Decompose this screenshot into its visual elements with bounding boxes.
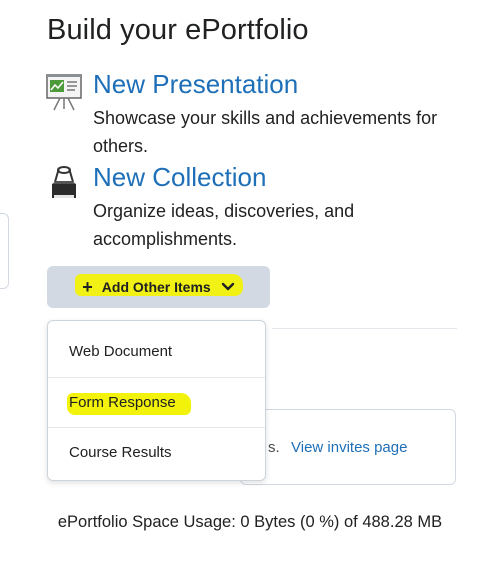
eportfolio-page: Build your ePortfolio New Presentation S… [0,0,477,565]
menu-item-label: Form Response [69,394,176,411]
section-divider [272,328,457,329]
menu-item-web-document[interactable]: Web Document [48,327,265,377]
add-other-items-label: Add Other Items [101,279,211,295]
binder-clip-icon [46,166,84,204]
menu-item-label: Web Document [69,343,173,360]
presentation-easel-icon [46,73,84,111]
new-presentation-link[interactable]: New Presentation [93,69,298,100]
space-usage-text: ePortfolio Space Usage: 0 Bytes (0 %) of… [57,513,443,531]
new-presentation-description: Showcase your skills and achievements fo… [93,108,438,156]
invites-panel: s. View invites page [240,409,456,485]
view-invites-link[interactable]: View invites page [291,439,407,456]
menu-item-label: Course Results [69,444,172,461]
left-panel-edge [0,213,9,289]
menu-item-form-response[interactable]: Form Response [48,377,265,427]
add-other-items-button[interactable]: + Add Other Items [47,266,270,308]
new-collection-link[interactable]: New Collection [93,162,266,193]
invites-text: s. [268,439,280,456]
menu-item-course-results[interactable]: Course Results [48,427,265,477]
page-title: Build your ePortfolio [47,14,309,46]
chevron-down-icon [221,282,234,291]
plus-icon: + [82,277,93,297]
new-collection-description: Organize ideas, discoveries, and accompl… [93,201,355,249]
add-other-items-menu: Web Document Form Response Course Result… [47,320,266,481]
